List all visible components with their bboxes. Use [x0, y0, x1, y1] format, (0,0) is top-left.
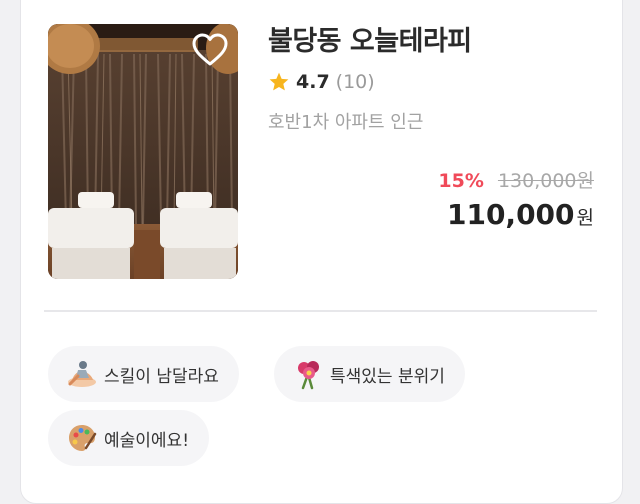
location-text: 호반1차 아파트 인근 — [268, 112, 424, 133]
heart-outline-icon — [192, 33, 228, 66]
tag-label: 특색있는 분위기 — [330, 366, 445, 387]
discount-row: 15% 130,000원 — [438, 166, 594, 196]
review-count: (10) — [335, 71, 375, 93]
discount-rate: 15% — [438, 170, 484, 192]
divider — [44, 310, 597, 312]
price-block: 15% 130,000원 110,000 원 — [438, 166, 594, 238]
shop-name[interactable]: 불당동 오늘테라피 — [268, 24, 472, 60]
rating-row: 4.7 (10) — [268, 68, 375, 96]
currency-unit: 원 — [576, 207, 594, 229]
flower-bouquet-icon — [292, 358, 324, 390]
original-price: 130,000원 — [497, 170, 594, 192]
star-icon — [268, 71, 290, 93]
review-tag[interactable]: 스킬이 남달라요 — [48, 346, 239, 402]
tag-label: 스킬이 남달라요 — [104, 366, 219, 387]
rating-score: 4.7 — [296, 71, 330, 93]
massage-hand-icon — [66, 358, 98, 390]
tag-label: 예술이에요! — [104, 430, 190, 451]
final-price-row: 110,000 원 — [438, 196, 594, 238]
artist-palette-icon — [66, 422, 98, 454]
review-tag[interactable]: 특색있는 분위기 — [274, 346, 465, 402]
review-tag[interactable]: 예술이에요! — [48, 410, 210, 466]
favorite-button[interactable] — [190, 30, 230, 70]
final-price: 110,000 — [446, 198, 575, 231]
